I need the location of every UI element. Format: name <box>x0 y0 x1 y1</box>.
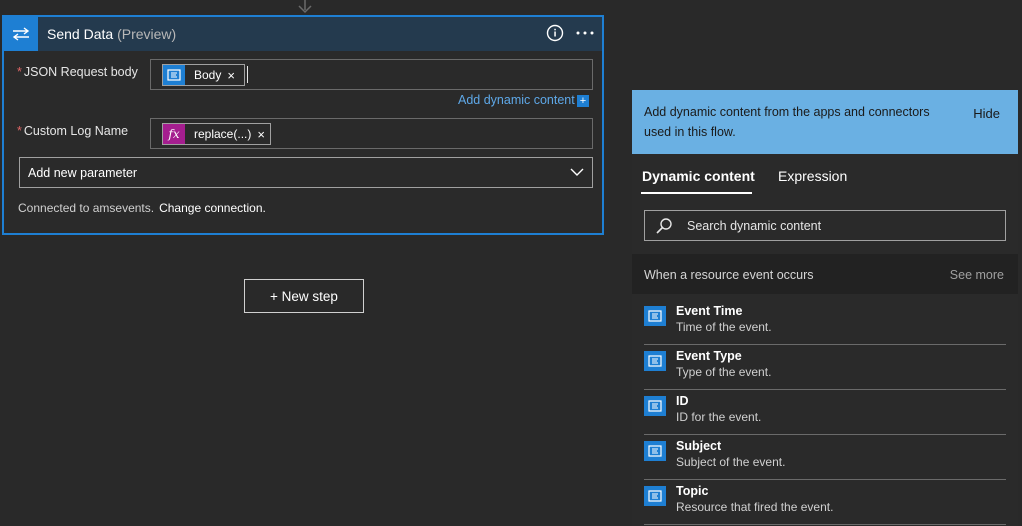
send-data-icon <box>4 17 38 51</box>
text-caret <box>247 66 248 83</box>
event-grid-icon <box>644 486 666 506</box>
item-name: Topic <box>676 484 709 498</box>
section-header: When a resource event occurs See more <box>632 254 1018 294</box>
hide-panel-button[interactable]: Hide <box>973 104 1000 124</box>
action-header[interactable]: Send Data (Preview) <box>4 17 602 51</box>
add-new-parameter-dropdown[interactable]: Add new parameter <box>19 157 593 188</box>
event-grid-icon <box>644 396 666 416</box>
replace-token-label: replace(...) <box>194 127 252 141</box>
list-item[interactable]: Topic Resource that fired the event. <box>644 480 1006 525</box>
json-request-body-input[interactable]: Body × <box>150 59 593 90</box>
panel-tabs: Dynamic content Expression <box>632 154 1018 198</box>
body-token-label: Body <box>194 68 222 82</box>
custom-log-name-label: * Custom Log Name <box>17 124 128 138</box>
list-item[interactable]: Subject Subject of the event. <box>644 435 1006 480</box>
dynamic-content-banner: Add dynamic content from the apps and co… <box>632 90 1018 154</box>
action-title-text: Send Data <box>47 26 114 42</box>
tab-dynamic-content[interactable]: Dynamic content <box>642 168 755 184</box>
json-request-body-label-text: JSON Request body <box>23 65 138 79</box>
connector-arrow-icon <box>298 0 312 14</box>
replace-expression-token[interactable]: fx replace(...) × <box>162 123 271 145</box>
chevron-down-icon <box>570 168 584 176</box>
action-title: Send Data (Preview) <box>47 26 176 42</box>
add-dynamic-content-icon[interactable]: + <box>577 95 589 107</box>
see-more-link[interactable]: See more <box>950 268 1004 282</box>
connection-text: Connected to amsevents. <box>18 201 155 215</box>
required-mark: * <box>17 65 22 79</box>
required-mark: * <box>17 124 22 138</box>
json-request-body-label: * JSON Request body <box>17 65 138 79</box>
search-icon <box>656 217 672 234</box>
tab-expression[interactable]: Expression <box>778 168 847 184</box>
item-name: Event Type <box>676 349 742 363</box>
item-description: ID for the event. <box>676 410 762 424</box>
search-dynamic-content[interactable] <box>644 210 1006 241</box>
custom-log-name-input[interactable]: fx replace(...) × <box>150 118 593 149</box>
action-title-suffix: (Preview) <box>117 26 177 42</box>
change-connection-link[interactable]: Change connection. <box>159 201 266 215</box>
search-input[interactable] <box>685 217 989 234</box>
event-grid-icon <box>644 441 666 461</box>
item-description: Subject of the event. <box>676 455 786 469</box>
add-new-parameter-label: Add new parameter <box>28 165 138 180</box>
more-options-icon[interactable] <box>574 25 596 41</box>
item-name: Event Time <box>676 304 743 318</box>
active-tab-indicator <box>641 192 752 194</box>
send-data-action-card[interactable]: Send Data (Preview) * JSON Request body B… <box>2 15 604 235</box>
list-item[interactable]: ID ID for the event. <box>644 390 1006 435</box>
section-title: When a resource event occurs <box>644 268 814 282</box>
list-item[interactable]: Event Time Time of the event. <box>644 300 1006 345</box>
item-description: Time of the event. <box>676 320 772 334</box>
list-item[interactable]: Event Type Type of the event. <box>644 345 1006 390</box>
event-grid-icon <box>644 351 666 371</box>
event-grid-icon <box>644 306 666 326</box>
item-description: Type of the event. <box>676 365 772 379</box>
expression-fx-icon: fx <box>163 124 185 144</box>
connection-info: Connected to amsevents. Change connection… <box>18 201 266 215</box>
dynamic-content-panel: Add dynamic content from the apps and co… <box>632 90 1018 526</box>
item-name: Subject <box>676 439 722 453</box>
remove-token-icon[interactable]: × <box>227 68 235 83</box>
add-dynamic-content-link[interactable]: Add dynamic content <box>458 93 575 107</box>
body-token[interactable]: Body × <box>162 64 245 86</box>
custom-log-name-label-text: Custom Log Name <box>23 124 129 138</box>
remove-token-icon[interactable]: × <box>257 127 265 142</box>
event-grid-icon <box>163 65 185 85</box>
banner-text: Add dynamic content from the apps and co… <box>644 105 930 139</box>
info-icon[interactable] <box>546 24 564 42</box>
item-name: ID <box>676 394 689 408</box>
item-description: Resource that fired the event. <box>676 500 834 514</box>
new-step-button[interactable]: + New step <box>244 279 364 313</box>
